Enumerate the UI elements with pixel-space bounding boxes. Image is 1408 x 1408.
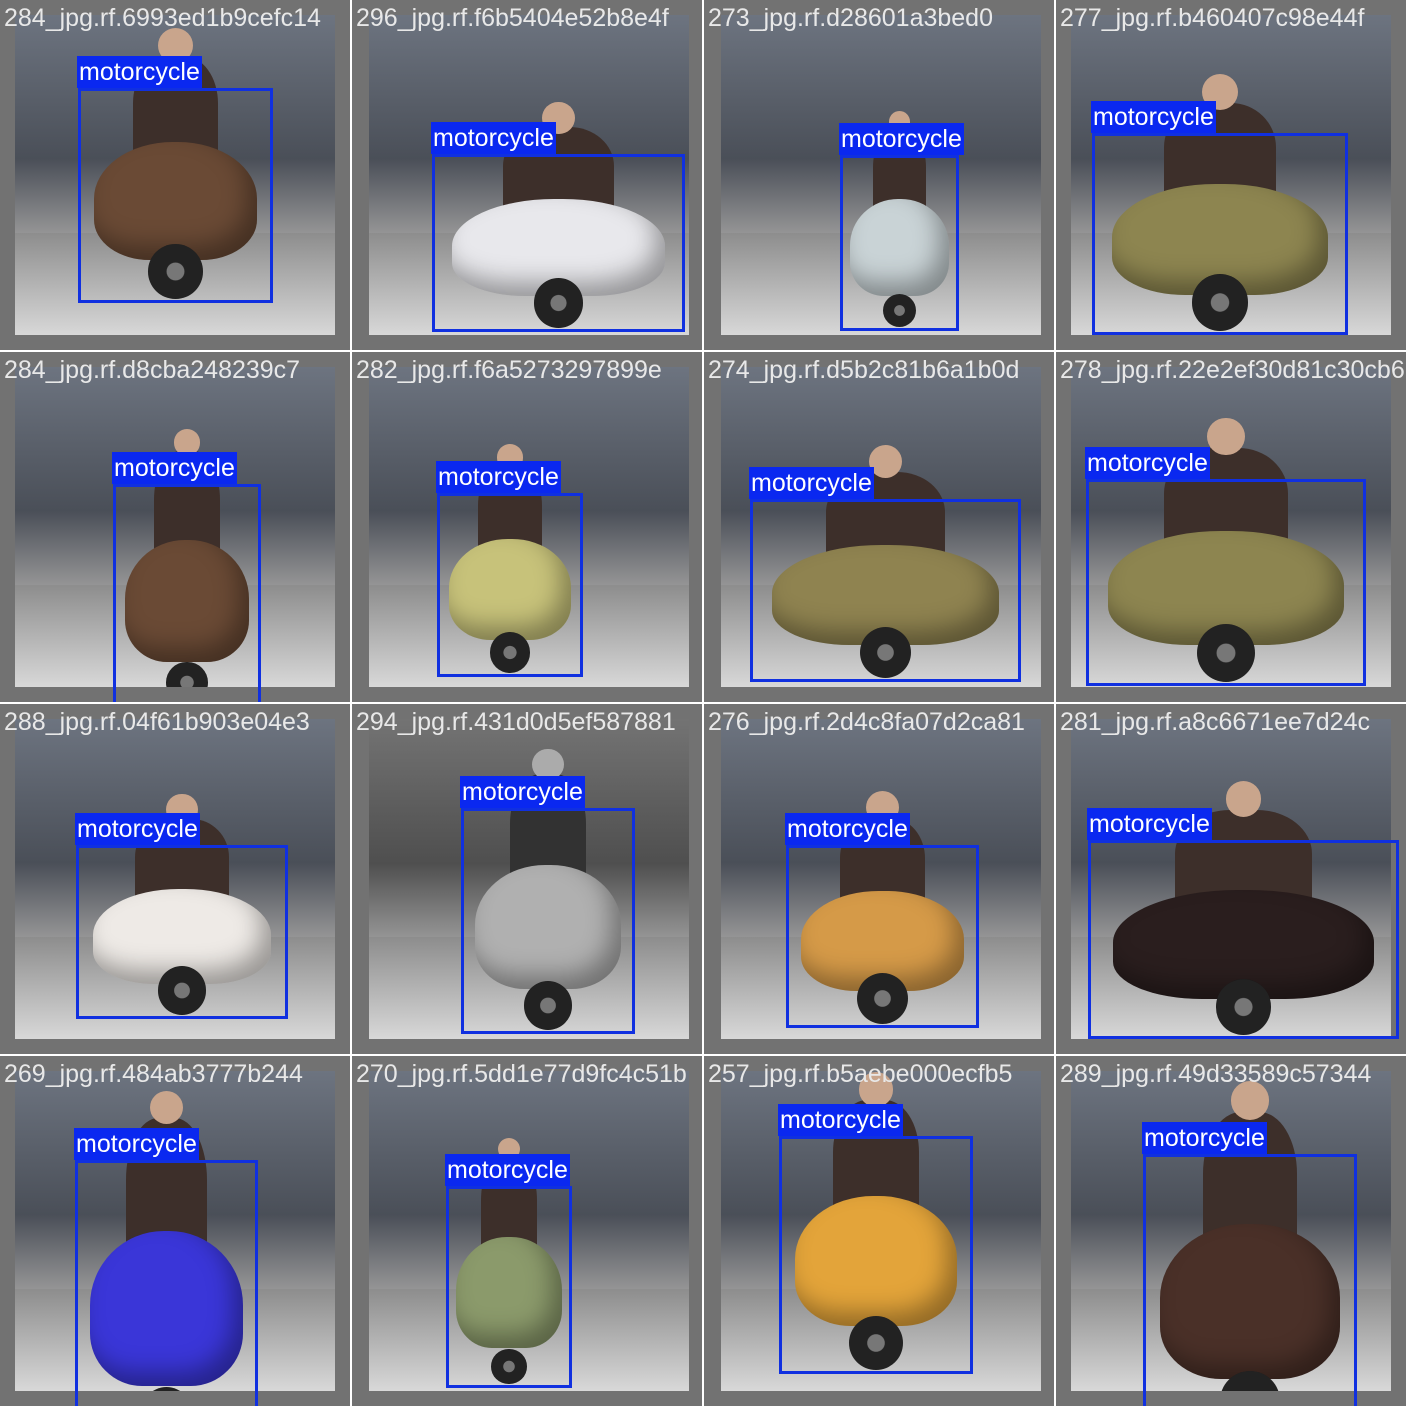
detection-bounding-box <box>1086 479 1366 686</box>
mosaic-tile: 273_jpg.rf.d28601a3bed0 motorcycle <box>704 0 1054 350</box>
mosaic-tile: 281_jpg.rf.a8c6671ee7d24c motorcycle <box>1056 704 1406 1054</box>
mosaic-tile: 282_jpg.rf.f6a5273297899e motorcycle <box>352 352 702 702</box>
mosaic-tile: 288_jpg.rf.04f61b903e04e3 motorcycle <box>0 704 350 1054</box>
detection-label: motorcycle <box>778 1104 903 1136</box>
mosaic-tile: 274_jpg.rf.d5b2c81b6a1b0d motorcycle <box>704 352 1054 702</box>
detection-label: motorcycle <box>839 123 964 155</box>
tile-filename: 294_jpg.rf.431d0d5ef587881 <box>356 708 676 736</box>
detection-label: motorcycle <box>1085 447 1210 479</box>
tile-filename: 269_jpg.rf.484ab3777b244 <box>4 1060 303 1088</box>
detection-bounding-box <box>432 154 685 332</box>
rider-head <box>1207 418 1245 456</box>
mosaic-grid: 284_jpg.rf.6993ed1b9cefc14 motorcycle 296_… <box>0 0 1408 1408</box>
detection-bounding-box <box>750 499 1021 682</box>
detection-bounding-box <box>76 845 288 1019</box>
tile-filename: 277_jpg.rf.b460407c98e44f <box>1060 4 1365 32</box>
detection-bounding-box <box>1092 133 1348 335</box>
tile-filename: 289_jpg.rf.49d33589c57344 <box>1060 1060 1372 1088</box>
tile-filename: 288_jpg.rf.04f61b903e04e3 <box>4 708 310 736</box>
detection-label: motorcycle <box>460 776 585 808</box>
detection-label: motorcycle <box>74 1128 199 1160</box>
mosaic-tile: 289_jpg.rf.49d33589c57344 motorcycle <box>1056 1056 1406 1406</box>
tile-filename: 274_jpg.rf.d5b2c81b6a1b0d <box>708 356 1020 384</box>
mosaic-tile: 296_jpg.rf.f6b5404e52b8e4f motorcycle <box>352 0 702 350</box>
mosaic-tile: 257_jpg.rf.b5aebe000ecfb5 motorcycle <box>704 1056 1054 1406</box>
detection-bounding-box <box>786 845 979 1028</box>
detection-label: motorcycle <box>1087 808 1212 840</box>
detection-label: motorcycle <box>785 813 910 845</box>
mosaic-tile: 284_jpg.rf.6993ed1b9cefc14 motorcycle <box>0 0 350 350</box>
rider-head <box>869 445 902 479</box>
detection-bounding-box <box>75 1160 258 1406</box>
detection-label: motorcycle <box>1091 101 1216 133</box>
tile-filename: 281_jpg.rf.a8c6671ee7d24c <box>1060 708 1370 736</box>
mosaic-tile: 270_jpg.rf.5dd1e77d9fc4c51b motorcycle <box>352 1056 702 1406</box>
tile-filename: 278_jpg.rf.22e2ef30d81c30cb6 <box>1060 356 1405 384</box>
tile-filename: 273_jpg.rf.d28601a3bed0 <box>708 4 993 32</box>
tile-filename: 270_jpg.rf.5dd1e77d9fc4c51b <box>356 1060 687 1088</box>
detection-label: motorcycle <box>445 1154 570 1186</box>
tile-filename: 296_jpg.rf.f6b5404e52b8e4f <box>356 4 669 32</box>
detection-bounding-box <box>1088 840 1399 1039</box>
mosaic-tile: 276_jpg.rf.2d4c8fa07d2ca81 motorcycle <box>704 704 1054 1054</box>
detection-bounding-box <box>78 88 273 303</box>
tile-filename: 276_jpg.rf.2d4c8fa07d2ca81 <box>708 708 1025 736</box>
detection-bounding-box <box>113 484 261 702</box>
mosaic-tile: 277_jpg.rf.b460407c98e44f motorcycle <box>1056 0 1406 350</box>
mosaic-tile: 294_jpg.rf.431d0d5ef587881 motorcycle <box>352 704 702 1054</box>
detection-label: motorcycle <box>436 461 561 493</box>
detection-label: motorcycle <box>75 813 200 845</box>
detection-bounding-box <box>446 1186 572 1388</box>
detection-bounding-box <box>1143 1154 1357 1406</box>
tile-filename: 282_jpg.rf.f6a5273297899e <box>356 356 662 384</box>
detection-label: motorcycle <box>749 467 874 499</box>
detection-bounding-box <box>461 808 635 1034</box>
mosaic-tile: 269_jpg.rf.484ab3777b244 motorcycle <box>0 1056 350 1406</box>
detection-bounding-box <box>437 493 583 677</box>
detection-bounding-box <box>840 155 959 331</box>
mosaic-tile: 278_jpg.rf.22e2ef30d81c30cb6 motorcycle <box>1056 352 1406 702</box>
detection-label: motorcycle <box>1142 1122 1267 1154</box>
tile-filename: 284_jpg.rf.6993ed1b9cefc14 <box>4 4 321 32</box>
detection-label: motorcycle <box>431 122 556 154</box>
detection-bounding-box <box>779 1136 973 1374</box>
tile-filename: 284_jpg.rf.d8cba248239c7 <box>4 356 301 384</box>
tile-filename: 257_jpg.rf.b5aebe000ecfb5 <box>708 1060 1013 1088</box>
rider-head <box>150 1091 183 1125</box>
mosaic-tile: 284_jpg.rf.d8cba248239c7 motorcycle <box>0 352 350 702</box>
detection-label: motorcycle <box>112 452 237 484</box>
detection-label: motorcycle <box>77 56 202 88</box>
